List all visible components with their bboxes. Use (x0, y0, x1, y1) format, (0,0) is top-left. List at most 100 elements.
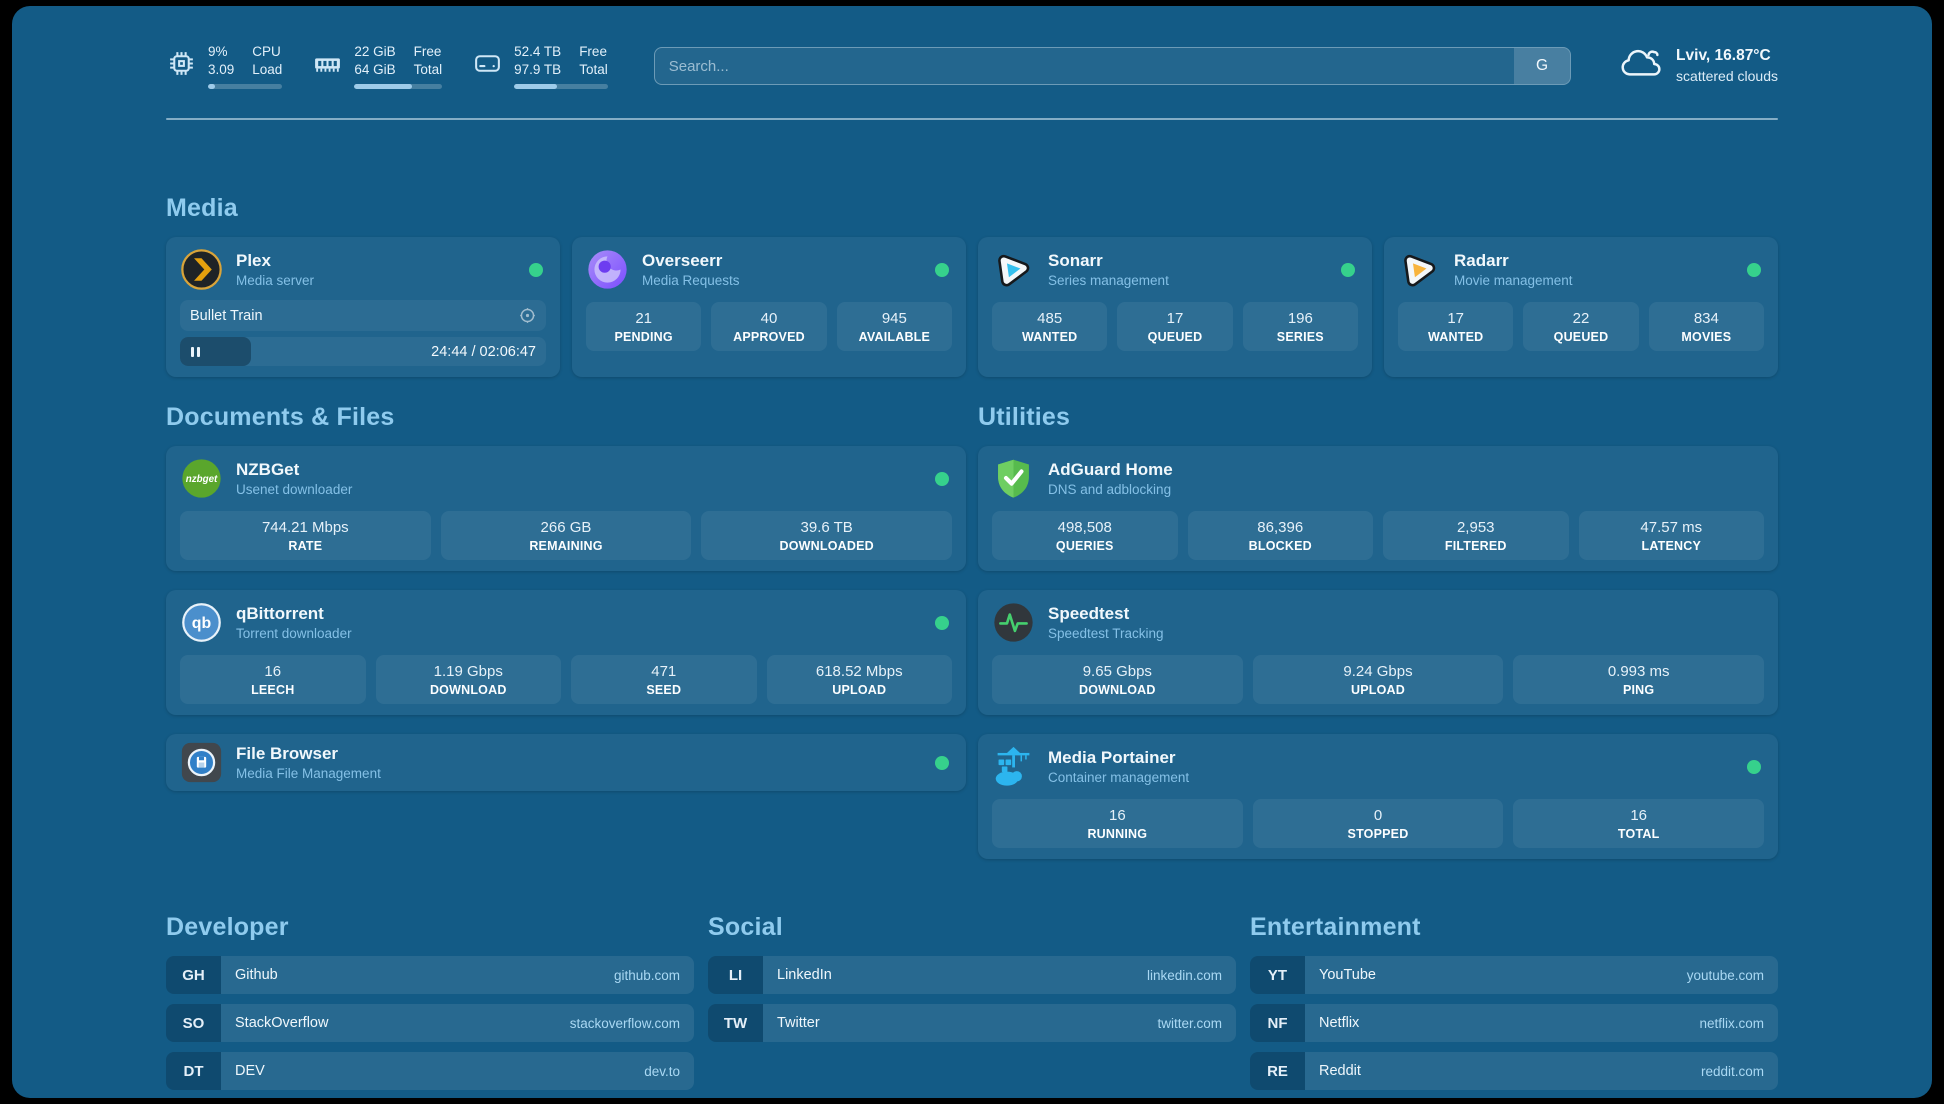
app-card-qbittorrent[interactable]: qb qBittorrent Torrent downloader 16LEEC… (166, 590, 966, 715)
memory-progress-bar (354, 84, 442, 89)
cpu-metric: 9% 3.09 CPU Load (166, 43, 282, 89)
status-dot (935, 472, 949, 486)
svg-text:qb: qb (192, 615, 212, 632)
cpu-usage-label: CPU (252, 43, 282, 61)
stat-label: LEECH (184, 683, 362, 697)
stat-value: 9.65 Gbps (996, 663, 1239, 680)
cloud-icon (1617, 47, 1663, 86)
stat-value: 266 GB (445, 519, 688, 536)
stat-label: QUEUED (1121, 330, 1228, 344)
disk-total-value: 97.9 TB (514, 61, 561, 79)
stat-label: MOVIES (1653, 330, 1760, 344)
stat-box: 17 WANTED (1398, 302, 1513, 351)
stat-box: 16 LEECH (180, 655, 366, 704)
stat-label: PING (1517, 683, 1760, 697)
app-card-plex[interactable]: Plex Media server Bullet Train (166, 237, 560, 377)
app-title: File Browser (236, 744, 922, 764)
system-metrics: 9% 3.09 CPU Load (166, 43, 608, 89)
camera-icon[interactable] (519, 307, 536, 324)
app-card-portainer[interactable]: Media Portainer Container management 16R… (978, 734, 1778, 859)
bookmark-stackoverflow[interactable]: SO StackOverflowstackoverflow.com (166, 1004, 694, 1042)
stat-label: TOTAL (1517, 827, 1760, 841)
status-dot (1747, 263, 1761, 277)
app-title: Radarr (1454, 251, 1734, 271)
bookmark-name: LinkedIn (777, 967, 832, 983)
disk-total-label: Total (579, 61, 608, 79)
memory-total-value: 64 GiB (354, 61, 395, 79)
stat-box: 834MOVIES (1649, 302, 1764, 351)
bookmark-url: github.com (614, 968, 680, 983)
plex-icon (180, 248, 223, 291)
stat-value: 1.19 Gbps (380, 663, 558, 680)
app-card-overseerr[interactable]: Overseerr Media Requests 21PENDING 40APP… (572, 237, 966, 377)
stat-label: APPROVED (715, 330, 822, 344)
stat-box: 471SEED (571, 655, 757, 704)
weather-location-temp: Lviv, 16.87°C (1676, 46, 1778, 67)
app-card-nzbget[interactable]: nzbget NZBGet Usenet downloader 744.21 M… (166, 446, 966, 571)
bookmark-name: Github (235, 967, 278, 983)
qbittorrent-icon: qb (180, 601, 223, 644)
search-engine-button[interactable]: G (1514, 48, 1570, 84)
memory-total-label: Total (414, 61, 443, 79)
portainer-crane-icon (992, 745, 1035, 788)
adguard-shield-icon (992, 457, 1035, 500)
stat-box: 744.21 MbpsRATE (180, 511, 431, 560)
bookmark-github[interactable]: GH Githubgithub.com (166, 956, 694, 994)
stat-label: DOWNLOAD (996, 683, 1239, 697)
stat-box: 16TOTAL (1513, 799, 1764, 848)
bookmark-abbr: YT (1250, 956, 1305, 994)
bookmark-url: youtube.com (1687, 968, 1764, 983)
filebrowser-icon (180, 741, 223, 784)
stat-box: 9.65 Gbps DOWNLOAD (992, 655, 1243, 704)
stat-value: 86,396 (1192, 519, 1370, 536)
radarr-icon (1398, 248, 1441, 291)
memory-free-label: Free (414, 43, 443, 61)
app-card-sonarr[interactable]: Sonarr Series management 485WANTED 17QUE… (978, 237, 1372, 377)
app-card-adguard[interactable]: AdGuard Home DNS and adblocking 498,508Q… (978, 446, 1778, 571)
stat-box: 39.6 TBDOWNLOADED (701, 511, 952, 560)
app-card-radarr[interactable]: Radarr Movie management 17WANTED 22QUEUE… (1384, 237, 1778, 377)
app-subtitle: Media server (236, 273, 516, 288)
memory-metric: 22 GiB 64 GiB Free Total (312, 43, 442, 89)
dashboard-page: 9% 3.09 CPU Load (12, 6, 1932, 1098)
stat-value: 17 (1402, 310, 1509, 327)
search-input[interactable] (655, 58, 1570, 75)
stat-label: WANTED (1402, 330, 1509, 344)
app-subtitle: Container management (1048, 770, 1734, 785)
bookmark-reddit[interactable]: RE Redditreddit.com (1250, 1052, 1778, 1090)
bookmark-url: reddit.com (1701, 1064, 1764, 1079)
cpu-usage-value: 9% (208, 43, 234, 61)
stat-box: 86,396BLOCKED (1188, 511, 1374, 560)
bookmark-youtube[interactable]: YT YouTubeyoutube.com (1250, 956, 1778, 994)
bookmark-url: dev.to (644, 1064, 680, 1079)
bookmark-url: netflix.com (1699, 1016, 1764, 1031)
app-subtitle: Speedtest Tracking (1048, 626, 1764, 641)
app-card-filebrowser[interactable]: File Browser Media File Management (166, 734, 966, 791)
stat-value: 0 (1257, 807, 1500, 824)
stat-box: 0STOPPED (1253, 799, 1504, 848)
bookmark-twitter[interactable]: TW Twittertwitter.com (708, 1004, 1236, 1042)
stat-label: UPLOAD (771, 683, 949, 697)
stat-label: PENDING (590, 330, 697, 344)
playback-progress-fill (180, 337, 251, 366)
stat-label: REMAINING (445, 539, 688, 553)
app-title: Sonarr (1048, 251, 1328, 271)
stat-value: 22 (1527, 310, 1634, 327)
weather-widget[interactable]: Lviv, 16.87°C scattered clouds (1617, 46, 1778, 86)
stat-box: 40 APPROVED (711, 302, 826, 351)
bookmark-linkedin[interactable]: LI LinkedInlinkedin.com (708, 956, 1236, 994)
search-bar: G (654, 47, 1571, 85)
disk-free-label: Free (579, 43, 608, 61)
bookmark-netflix[interactable]: NF Netflixnetflix.com (1250, 1004, 1778, 1042)
app-card-speedtest[interactable]: Speedtest Speedtest Tracking 9.65 GbpsDO… (978, 590, 1778, 715)
section-title-developer: Developer (166, 913, 694, 942)
status-dot (1341, 263, 1355, 277)
stat-label: RATE (184, 539, 427, 553)
stat-value: 16 (184, 663, 362, 680)
cpu-load-label: Load (252, 61, 282, 79)
pause-icon[interactable] (190, 346, 201, 358)
cpu-load-value: 3.09 (208, 61, 234, 79)
bookmark-dev[interactable]: DT DEVdev.to (166, 1052, 694, 1090)
header-bar: 9% 3.09 CPU Load (166, 36, 1778, 96)
stat-value: 40 (715, 310, 822, 327)
